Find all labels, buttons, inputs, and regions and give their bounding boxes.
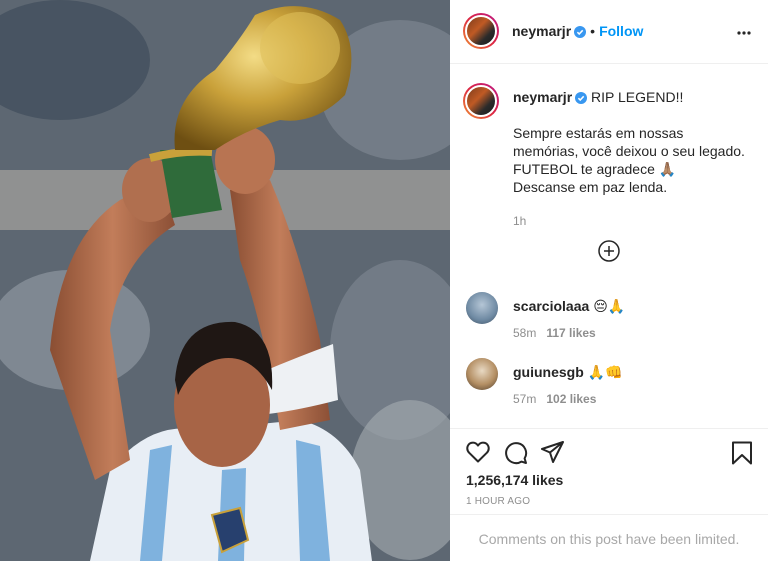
comment-text-line: guiunesgb 🙏👊	[513, 364, 623, 381]
comment-text: 🙏👊	[587, 364, 623, 380]
comment-time: 58m	[513, 326, 537, 340]
caption-username[interactable]: neymarjr	[513, 89, 572, 105]
header-author-line: neymarjr • Follow	[512, 23, 643, 43]
post-side-panel: neymarjr • Follow neymarjr RIP LEGEND!! S…	[450, 0, 768, 561]
separator-dot: •	[590, 23, 596, 39]
caption-body: Sempre estarás em nossas memórias, você …	[513, 124, 753, 196]
heart-icon[interactable]	[466, 441, 490, 468]
post-header: neymarjr • Follow	[450, 0, 768, 64]
comment-meta: 58m 117 likes	[513, 326, 596, 340]
comment-text-line: scarciolaaa 😔🙏	[513, 298, 625, 315]
comment-likes[interactable]: 102 likes	[546, 392, 596, 406]
comment-meta: 57m 102 likes	[513, 392, 596, 406]
verified-badge-icon	[575, 90, 588, 108]
caption-author-avatar[interactable]	[463, 83, 499, 119]
ellipsis-icon[interactable]	[737, 22, 751, 40]
comment-time: 57m	[513, 392, 537, 406]
comment-username[interactable]: scarciolaaa	[513, 298, 589, 314]
comment-likes[interactable]: 117 likes	[546, 326, 595, 340]
post-caption: neymarjr RIP LEGEND!! Sempre estarás em …	[513, 88, 753, 230]
follow-button[interactable]: Follow	[599, 23, 643, 39]
comments-limited-notice: Comments on this post have been limited.	[450, 514, 768, 561]
author-username[interactable]: neymarjr	[512, 23, 571, 39]
likes-count[interactable]: 1,256,174 likes	[466, 472, 563, 488]
post-actions: 1,256,174 likes 1 HOUR AGO Comments on t…	[450, 428, 768, 561]
post-photo-illustration	[0, 0, 450, 561]
verified-badge-icon	[574, 25, 587, 43]
bookmark-icon[interactable]	[731, 441, 753, 470]
send-icon[interactable]	[541, 441, 565, 468]
comment-text: 😔🙏	[593, 298, 626, 314]
post-timestamp: 1 HOUR AGO	[466, 496, 531, 507]
comment-username[interactable]: guiunesgb	[513, 364, 584, 380]
comment-icon[interactable]	[504, 441, 528, 470]
caption-line: Descanse em paz lenda.	[513, 179, 668, 195]
caption-first-line: RIP LEGEND!!	[591, 89, 684, 105]
caption-line: Sempre estarás em nossas	[513, 125, 684, 141]
caption-line: memórias, você deixou o seu legado.	[513, 143, 745, 159]
caption-line: FUTEBOL te agradece 🙏🏽	[513, 161, 677, 177]
commenter-avatar[interactable]	[466, 358, 498, 390]
caption-time[interactable]: 1h	[513, 212, 753, 230]
author-avatar[interactable]	[463, 13, 499, 49]
commenter-avatar[interactable]	[466, 292, 498, 324]
plus-circle-icon[interactable]	[598, 240, 620, 262]
post-photo[interactable]	[0, 0, 450, 561]
